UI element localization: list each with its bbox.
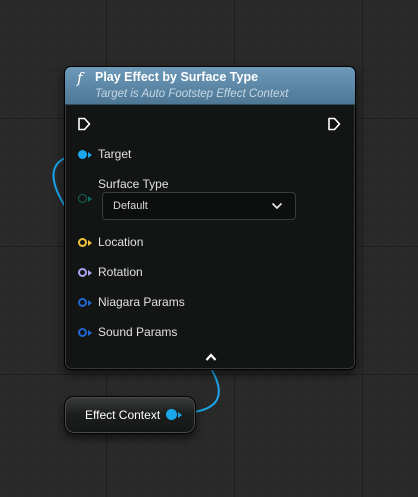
- chevron-up-icon[interactable]: [205, 352, 217, 362]
- chevron-down-icon: [271, 202, 283, 210]
- effect-context-variable-node[interactable]: Effect Context: [64, 396, 196, 434]
- sound-params-pin-label: Sound Params: [98, 325, 178, 339]
- surface-type-pin-icon[interactable]: [78, 194, 87, 203]
- target-pin-label: Target: [98, 147, 132, 161]
- node-title: Play Effect by Surface Type: [95, 70, 259, 84]
- node-header[interactable]: f Play Effect by Surface Type Target is …: [65, 67, 355, 105]
- location-pin-label: Location: [98, 235, 144, 249]
- niagara-params-pin-arrow-icon: [88, 300, 92, 306]
- play-effect-node[interactable]: f Play Effect by Surface Type Target is …: [64, 66, 356, 370]
- variable-output-pin-icon[interactable]: [166, 409, 177, 420]
- exec-in-pin-icon[interactable]: [77, 117, 91, 131]
- node-subtitle: Target is Auto Footstep Effect Context: [95, 88, 289, 100]
- rotation-pin-arrow-icon: [88, 270, 92, 276]
- niagara-params-pin-icon[interactable]: [78, 298, 87, 307]
- surface-type-dropdown[interactable]: Default: [102, 192, 296, 220]
- sound-params-pin-icon[interactable]: [78, 328, 87, 337]
- sound-params-pin-arrow-icon: [88, 330, 92, 336]
- niagara-params-pin-label: Niagara Params: [98, 295, 185, 309]
- surface-type-label: Surface Type: [98, 177, 169, 191]
- target-pin-arrow-icon: [88, 152, 92, 158]
- surface-type-pin-arrow-icon: [88, 196, 92, 202]
- exec-out-pin-icon[interactable]: [327, 117, 341, 131]
- surface-type-value: Default: [113, 200, 148, 212]
- location-pin-arrow-icon: [88, 240, 92, 246]
- target-pin-icon[interactable]: [78, 150, 87, 159]
- function-icon: f: [77, 69, 83, 87]
- location-pin-icon[interactable]: [78, 238, 87, 247]
- rotation-pin-label: Rotation: [98, 265, 143, 279]
- variable-label: Effect Context: [85, 408, 161, 422]
- variable-output-arrow-icon: [178, 412, 182, 418]
- rotation-pin-icon[interactable]: [78, 268, 87, 277]
